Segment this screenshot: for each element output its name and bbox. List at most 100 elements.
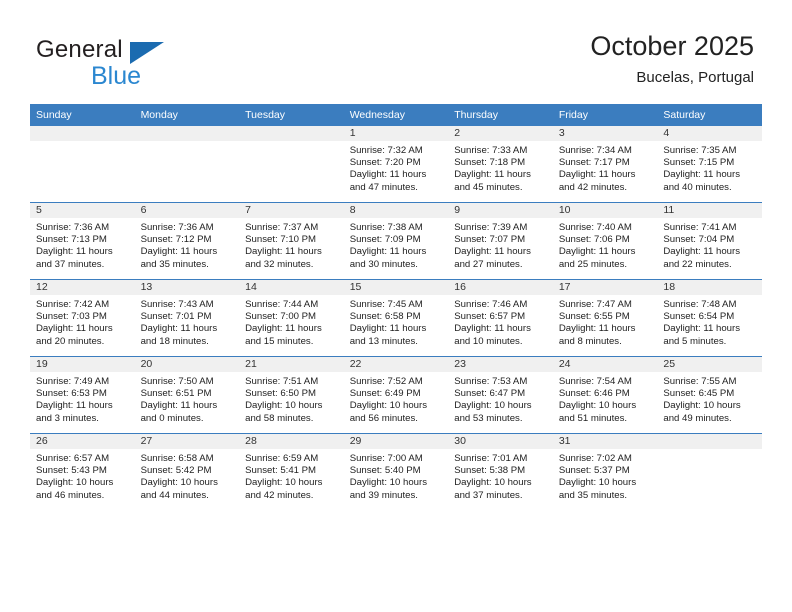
sunrise-text: Sunrise: 7:53 AM	[454, 376, 528, 387]
day-number: 17	[552, 280, 658, 295]
daylight-text-line2: and 53 minutes.	[454, 412, 523, 424]
daylight-text-line1: Daylight: 10 hours	[558, 400, 637, 412]
day-details: Sunrise: 7:51 AM Sunset: 6:50 PM Daylight:…	[239, 372, 344, 425]
day-details: Sunrise: 7:39 AM Sunset: 7:07 PM Daylight:…	[448, 218, 553, 271]
calendar-day-cell[interactable]: 28 Sunrise: 6:59 AM Sunset: 5:41 PM Dayligh…	[239, 433, 344, 510]
calendar-day-cell[interactable]: 10 Sunrise: 7:40 AM Sunset: 7:06 PM Dayligh…	[552, 202, 658, 280]
day-number: 11	[657, 203, 762, 218]
sunset-text: Sunset: 6:45 PM	[663, 388, 735, 400]
calendar-day-cell[interactable]: 4 Sunrise: 7:35 AM Sunset: 7:15 PM Daylight…	[657, 126, 762, 203]
daylight-text-line2: and 30 minutes.	[349, 258, 418, 270]
daylight-text-line2: and 13 minutes.	[349, 335, 418, 347]
calendar-day-cell[interactable]: 3 Sunrise: 7:34 AM Sunset: 7:17 PM Daylight…	[552, 126, 658, 203]
day-details: Sunrise: 7:40 AM Sunset: 7:06 PM Daylight:…	[553, 218, 658, 271]
day-details: Sunrise: 7:45 AM Sunset: 6:58 PM Daylight:…	[344, 295, 449, 348]
calendar-day-cell[interactable]: 21 Sunrise: 7:51 AM Sunset: 6:50 PM Dayligh…	[239, 356, 344, 434]
sunrise-text: Sunrise: 7:33 AM	[454, 145, 528, 156]
sunrise-text: Sunrise: 7:37 AM	[245, 222, 319, 233]
daylight-text-line2: and 0 minutes.	[140, 412, 204, 424]
weekday-header-saturday: Saturday	[657, 104, 762, 126]
day-details: Sunrise: 7:53 AM Sunset: 6:47 PM Daylight:…	[448, 372, 553, 425]
daylight-text-line2: and 39 minutes.	[349, 489, 418, 501]
calendar-day-cell[interactable]: 30 Sunrise: 7:01 AM Sunset: 5:38 PM Dayligh…	[448, 433, 553, 510]
daylight-text-line1: Daylight: 11 hours	[36, 246, 113, 258]
sunrise-text: Sunrise: 7:00 AM	[349, 453, 423, 464]
calendar-day-cell[interactable]: 11 Sunrise: 7:41 AM Sunset: 7:04 PM Dayligh…	[657, 202, 762, 280]
calendar-day-cell[interactable]: 14 Sunrise: 7:44 AM Sunset: 7:00 PM Dayligh…	[239, 279, 344, 357]
day-number: 15	[343, 280, 449, 295]
day-details: Sunrise: 7:46 AM Sunset: 6:57 PM Daylight:…	[448, 295, 553, 348]
day-details: Sunrise: 7:49 AM Sunset: 6:53 PM Daylight:…	[30, 372, 135, 425]
calendar-week-row: 19 Sunrise: 7:49 AM Sunset: 6:53 PM Dayligh…	[30, 356, 762, 434]
calendar-day-cell[interactable]: 22 Sunrise: 7:52 AM Sunset: 6:49 PM Dayligh…	[343, 356, 449, 434]
day-number: 3	[552, 126, 658, 141]
day-details: Sunrise: 6:58 AM Sunset: 5:42 PM Daylight:…	[135, 449, 240, 502]
calendar-day-cell[interactable]: 19 Sunrise: 7:49 AM Sunset: 6:53 PM Dayligh…	[30, 356, 135, 434]
calendar-day-cell[interactable]: 25 Sunrise: 7:55 AM Sunset: 6:45 PM Dayligh…	[657, 356, 762, 434]
calendar-day-cell[interactable]: 20 Sunrise: 7:50 AM Sunset: 6:51 PM Dayligh…	[134, 356, 240, 434]
day-number: 12	[30, 280, 135, 295]
calendar-day-cell[interactable]: 9 Sunrise: 7:39 AM Sunset: 7:07 PM Daylight…	[448, 202, 553, 280]
calendar-day-cell[interactable]: 17 Sunrise: 7:47 AM Sunset: 6:55 PM Dayligh…	[552, 279, 658, 357]
calendar-day-cell[interactable]: 13 Sunrise: 7:43 AM Sunset: 7:01 PM Dayligh…	[134, 279, 240, 357]
day-number: 7	[239, 203, 344, 218]
daylight-text-line2: and 37 minutes.	[454, 489, 523, 501]
calendar-day-cell[interactable]: 29 Sunrise: 7:00 AM Sunset: 5:40 PM Dayligh…	[343, 433, 449, 510]
sunrise-text: Sunrise: 7:32 AM	[349, 145, 423, 156]
day-number: 20	[134, 357, 240, 372]
daylight-text-line2: and 25 minutes.	[558, 258, 628, 270]
daylight-text-line1: Daylight: 11 hours	[349, 169, 427, 181]
calendar-day-cell[interactable]: 7 Sunrise: 7:37 AM Sunset: 7:10 PM Daylight…	[239, 202, 344, 280]
day-number: 30	[448, 434, 553, 449]
sunrise-text: Sunrise: 7:54 AM	[558, 376, 632, 387]
sunrise-text: Sunrise: 7:01 AM	[454, 453, 528, 464]
sunrise-text: Sunrise: 7:39 AM	[454, 222, 528, 233]
day-number: 27	[134, 434, 240, 449]
sunrise-text: Sunrise: 7:51 AM	[245, 376, 319, 387]
day-number: 26	[30, 434, 135, 449]
logo-triangle-icon	[130, 42, 164, 64]
day-details: Sunrise: 7:52 AM Sunset: 6:49 PM Daylight:…	[344, 372, 449, 425]
calendar-day-cell[interactable]: 26 Sunrise: 6:57 AM Sunset: 5:43 PM Dayligh…	[30, 433, 135, 510]
day-number: 6	[134, 203, 240, 218]
day-details: Sunrise: 7:37 AM Sunset: 7:10 PM Daylight:…	[239, 218, 344, 271]
day-details: Sunrise: 7:36 AM Sunset: 7:12 PM Daylight:…	[135, 218, 240, 271]
daylight-text-line2: and 8 minutes.	[558, 335, 622, 347]
calendar-day-cell[interactable]: 18 Sunrise: 7:48 AM Sunset: 6:54 PM Dayligh…	[657, 279, 762, 357]
day-details: Sunrise: 7:41 AM Sunset: 7:04 PM Daylight:…	[657, 218, 762, 271]
day-details: Sunrise: 7:48 AM Sunset: 6:54 PM Daylight:…	[657, 295, 762, 348]
day-number: 1	[343, 126, 449, 141]
sunset-text: Sunset: 7:04 PM	[663, 234, 735, 246]
calendar-day-cell[interactable]: 23 Sunrise: 7:53 AM Sunset: 6:47 PM Dayligh…	[448, 356, 553, 434]
calendar-day-cell[interactable]: 5 Sunrise: 7:36 AM Sunset: 7:13 PM Daylight…	[30, 202, 135, 280]
day-number: 8	[343, 203, 449, 218]
daylight-text-line2: and 3 minutes.	[36, 412, 99, 424]
day-number: 31	[552, 434, 658, 449]
calendar-day-cell[interactable]: 6 Sunrise: 7:36 AM Sunset: 7:12 PM Daylight…	[134, 202, 240, 280]
daylight-text-line2: and 27 minutes.	[454, 258, 523, 270]
sunset-text: Sunset: 6:51 PM	[140, 388, 212, 400]
calendar-day-cell[interactable]: 2 Sunrise: 7:33 AM Sunset: 7:18 PM Daylight…	[448, 126, 553, 203]
daylight-text-line1: Daylight: 11 hours	[140, 400, 218, 412]
day-details: Sunrise: 7:42 AM Sunset: 7:03 PM Daylight:…	[30, 295, 135, 348]
calendar-day-cell-empty	[134, 126, 240, 203]
daylight-text-line1: Daylight: 11 hours	[140, 246, 218, 258]
sunrise-text: Sunrise: 7:52 AM	[349, 376, 423, 387]
sunset-text: Sunset: 5:43 PM	[36, 465, 107, 477]
sunrise-text: Sunrise: 7:34 AM	[558, 145, 632, 156]
calendar-day-cell[interactable]: 8 Sunrise: 7:38 AM Sunset: 7:09 PM Daylight…	[343, 202, 449, 280]
calendar-day-cell[interactable]: 1 Sunrise: 7:32 AM Sunset: 7:20 PM Daylight…	[343, 126, 449, 203]
calendar-day-cell[interactable]: 27 Sunrise: 6:58 AM Sunset: 5:42 PM Dayligh…	[134, 433, 240, 510]
calendar-day-cell[interactable]: 15 Sunrise: 7:45 AM Sunset: 6:58 PM Dayligh…	[343, 279, 449, 357]
day-number: 21	[239, 357, 344, 372]
calendar-day-cell[interactable]: 16 Sunrise: 7:46 AM Sunset: 6:57 PM Dayligh…	[448, 279, 553, 357]
daylight-text-line2: and 10 minutes.	[454, 335, 523, 347]
calendar-day-cell[interactable]: 24 Sunrise: 7:54 AM Sunset: 6:46 PM Dayligh…	[552, 356, 658, 434]
day-number	[239, 126, 344, 141]
daylight-text-line2: and 49 minutes.	[663, 412, 732, 424]
calendar-day-cell[interactable]: 31 Sunrise: 7:02 AM Sunset: 5:37 PM Dayligh…	[552, 433, 658, 510]
day-number: 18	[657, 280, 762, 295]
sunrise-text: Sunrise: 7:46 AM	[454, 299, 528, 310]
sunset-text: Sunset: 7:01 PM	[140, 311, 212, 323]
calendar-day-cell[interactable]: 12 Sunrise: 7:42 AM Sunset: 7:03 PM Dayligh…	[30, 279, 135, 357]
